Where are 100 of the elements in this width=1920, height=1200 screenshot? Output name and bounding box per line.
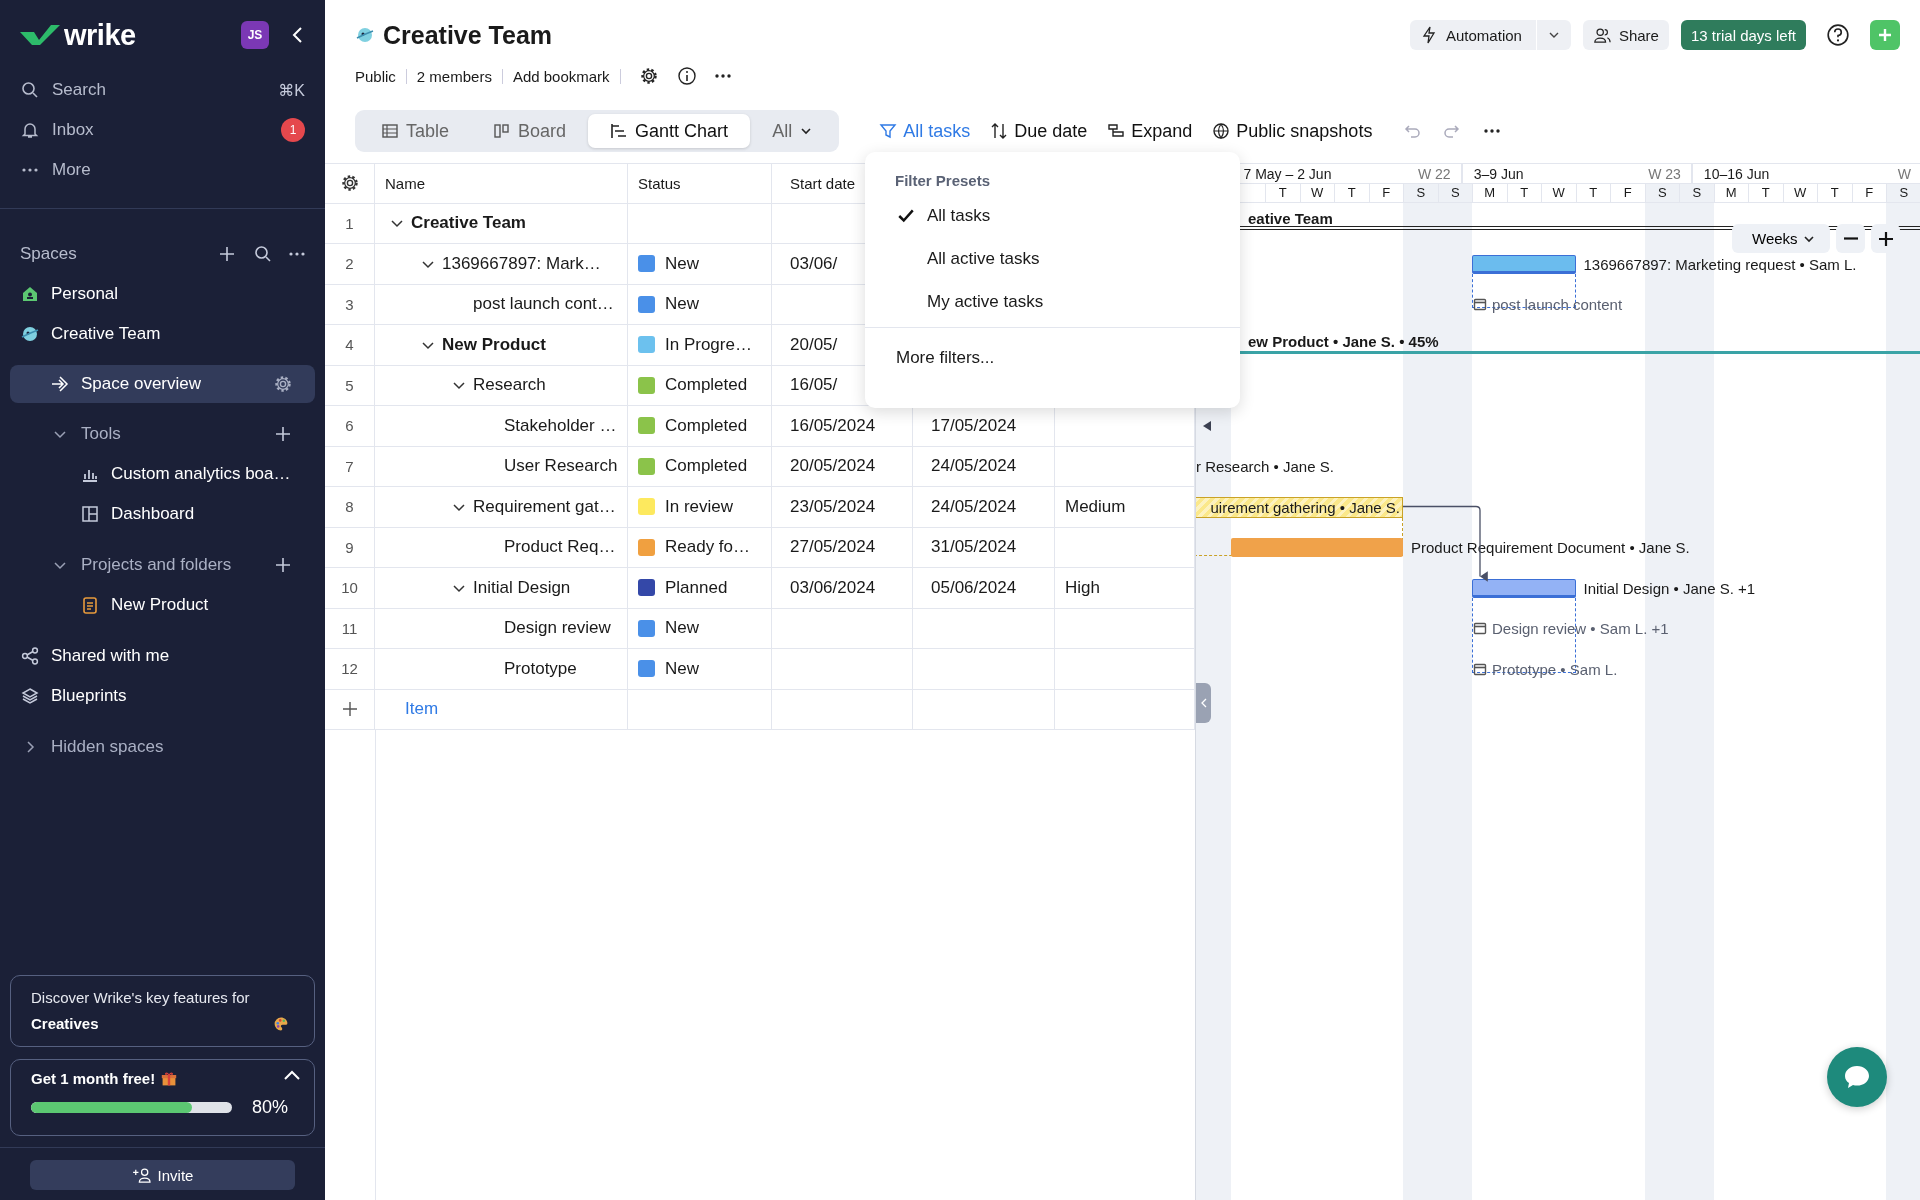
trial-button[interactable]: 13 trial days left [1680,20,1806,50]
collapse-sidebar-icon[interactable] [291,25,305,45]
sidebar-item[interactable]: Hidden spaces [10,727,315,767]
left-arrow-icon[interactable] [1202,419,1212,432]
day-cell: M [1472,184,1507,202]
task-name[interactable]: Product Req… [504,537,616,558]
view-tab[interactable]: Board [471,114,589,148]
column-header[interactable]: Name [375,163,628,204]
priority-cell[interactable]: High [1055,568,1195,609]
view-tab[interactable]: All [750,114,836,148]
add-icon[interactable] [217,244,237,264]
status-label[interactable]: Completed [665,375,748,396]
add-icon[interactable] [273,555,293,575]
status-label[interactable]: New [665,618,699,639]
add-item-link[interactable]: Item [405,699,439,720]
sidebar-item[interactable]: Personal [10,274,315,314]
date-cell[interactable]: 27/05/2024 [772,527,913,568]
task-bar[interactable] [1472,254,1576,274]
status-label[interactable]: Ready fo… [665,537,751,558]
task-name[interactable]: Prototype [504,658,577,679]
status-label[interactable]: New [665,294,699,315]
toolbar-button[interactable]: Public snapshots [1202,114,1383,148]
more-icon[interactable] [714,74,731,78]
share-button[interactable]: Share [1582,20,1669,50]
toolbar-button[interactable]: Expand [1097,114,1203,148]
meta-link[interactable]: 2 members [416,67,492,85]
task-name[interactable]: 1369667897: Mark… [442,253,601,274]
sidebar-item[interactable]: Dashboard [10,494,315,534]
view-tab[interactable]: Gantt Chart [588,114,751,148]
view-tab[interactable]: Table [359,114,472,148]
scale-dropdown[interactable]: Weeks [1732,224,1830,253]
layers-icon [20,686,40,706]
globe-icon [1212,122,1231,140]
status-label[interactable]: Planned [665,577,728,598]
promo-card[interactable]: Discover Wrike's key features for Creatives [10,975,315,1047]
settings-icon[interactable] [339,173,360,194]
sidebar-item[interactable]: Custom analytics boa… [10,454,315,494]
toolbar-button[interactable]: All tasks [869,114,981,148]
task-name[interactable]: Research [473,375,546,396]
task-name[interactable]: Initial Design [473,577,571,598]
planet-icon [355,25,375,45]
row-number: 8 [325,487,375,528]
task-name[interactable]: Stakeholder … [504,415,617,436]
column-header[interactable]: Status [628,163,772,204]
sidebar-item[interactable]: Blueprints [10,676,315,716]
date-cell[interactable]: 24/05/2024 [913,487,1055,528]
sidebar-item[interactable]: New Product [10,585,315,625]
task-name[interactable]: Design review [504,618,611,639]
status-label[interactable]: New [665,658,699,679]
user-avatar[interactable]: JS [241,21,269,49]
row-number: 7 [325,446,375,487]
nav-item[interactable]: Search ⌘K [0,70,325,110]
help-icon[interactable] [1826,23,1850,47]
invite-button[interactable]: Invite [30,1160,295,1190]
status-label[interactable]: Completed [665,415,748,436]
automation-button[interactable]: Automation [1410,20,1571,50]
nav-item[interactable]: More [0,150,325,190]
sidebar-item[interactable]: Shared with me [10,636,315,676]
project-name[interactable]: Creative Team [411,213,526,234]
task-name[interactable]: User Research [504,456,618,477]
more-icon[interactable] [289,252,305,256]
add-icon[interactable] [273,424,293,444]
status-label[interactable]: In Progre… [665,334,752,355]
sidebar-item[interactable]: Projects and folders [10,545,315,585]
date-cell[interactable]: 24/05/2024 [913,446,1055,487]
date-cell[interactable]: 23/05/2024 [772,487,913,528]
date-cell[interactable]: 31/05/2024 [913,527,1055,568]
more-icon[interactable] [1484,129,1501,133]
group-bar[interactable]: uirement gathering • Jane S. [1196,496,1403,518]
task-bar[interactable] [1472,578,1576,598]
task-name[interactable]: Requirement gat… [473,496,616,517]
status-label[interactable]: New [665,253,699,274]
keyboard-shortcut: ⌘K [278,80,305,100]
zoom-in-button[interactable] [1871,224,1900,253]
search-icon[interactable] [253,244,273,264]
day-cell: W [1299,184,1334,202]
date-cell[interactable]: 03/06/2024 [772,568,913,609]
date-cell[interactable]: 20/05/2024 [772,446,913,487]
project-name[interactable]: New Product [442,334,546,355]
search-icon [20,80,40,100]
task-name[interactable]: post launch cont… [473,294,614,315]
info-icon[interactable] [676,66,697,86]
priority-cell[interactable]: Medium [1055,487,1195,528]
row-number: 5 [325,365,375,406]
meta-link[interactable]: Public [355,67,396,85]
add-icon[interactable] [341,701,358,718]
date-cell[interactable]: 05/06/2024 [913,568,1055,609]
meta-link[interactable]: Add bookmark [512,67,610,85]
splitter-handle[interactable] [1196,683,1211,723]
sidebar-item[interactable]: Space overview [10,365,315,403]
day-cell: S [1644,184,1679,202]
sidebar-item[interactable]: Creative Team [10,314,315,354]
status-label[interactable]: Completed [665,456,748,477]
sidebar-item[interactable]: Tools [10,414,315,454]
settings-icon[interactable] [638,66,659,86]
day-cell: S [1679,184,1714,202]
status-label[interactable]: In review [665,496,734,517]
zoom-out-button[interactable] [1836,224,1865,253]
toolbar-button[interactable]: Due date [980,114,1098,148]
nav-item[interactable]: Inbox 1 [0,110,325,150]
